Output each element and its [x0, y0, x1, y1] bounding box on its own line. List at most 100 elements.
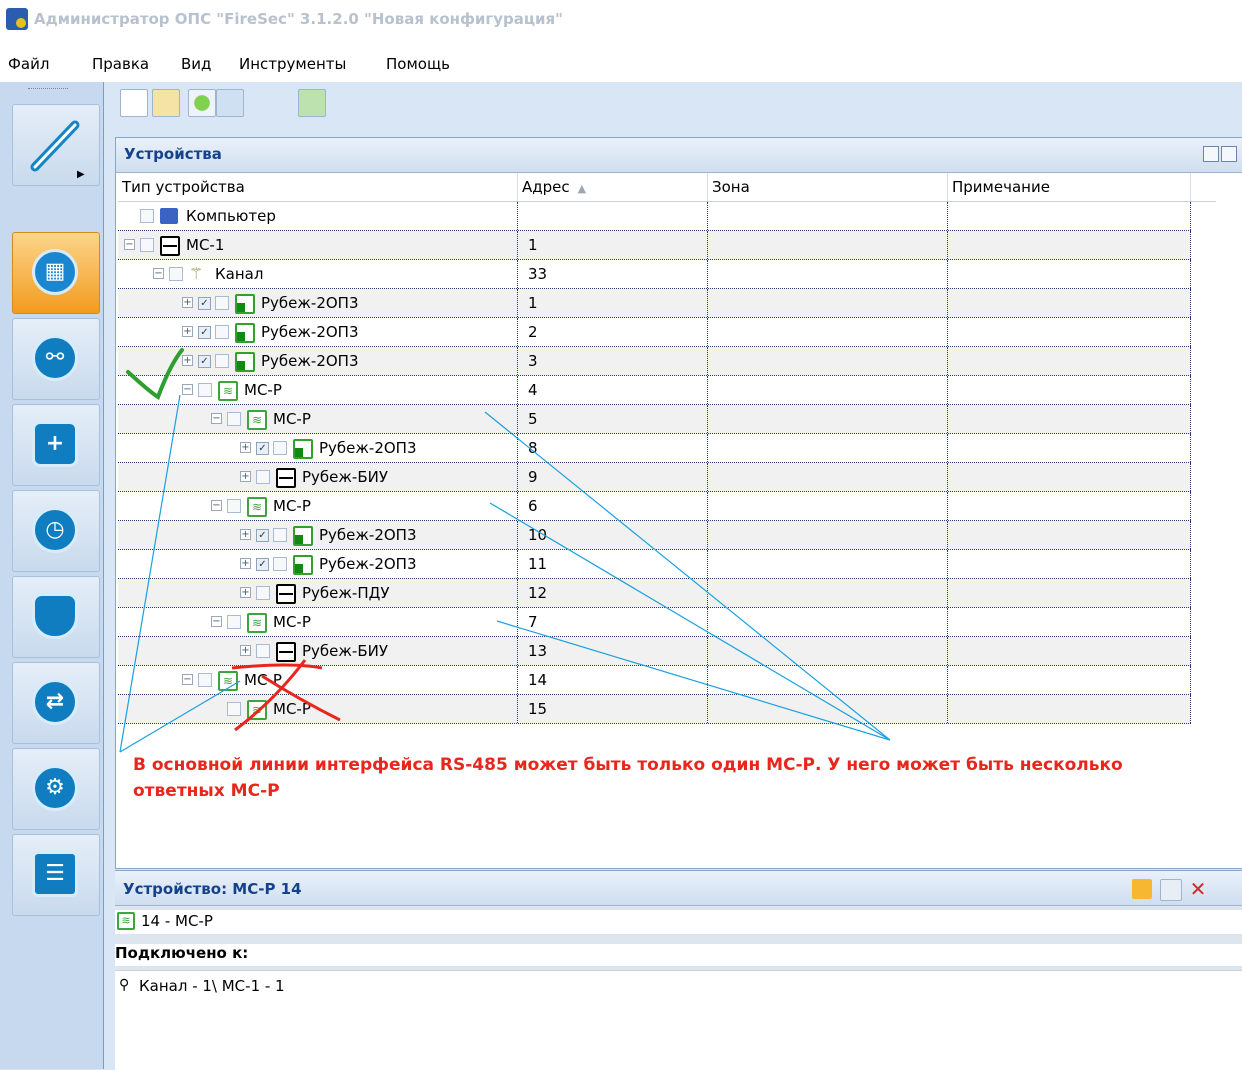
open-file-button[interactable] — [152, 89, 180, 117]
menu-file[interactable]: Файл — [8, 55, 49, 73]
cell-note[interactable] — [948, 666, 1191, 694]
cell-zone[interactable] — [708, 318, 948, 346]
cell-address[interactable]: 12 — [518, 579, 708, 607]
row-checkbox[interactable]: ✓ — [198, 297, 211, 310]
cell-address[interactable]: 15 — [518, 695, 708, 723]
cell-address[interactable]: 14 — [518, 666, 708, 694]
cell-zone[interactable] — [708, 521, 948, 549]
cell-note[interactable] — [948, 492, 1191, 520]
cell-zone[interactable] — [708, 637, 948, 665]
collapse-icon[interactable]: − — [211, 500, 222, 511]
cell-zone[interactable] — [708, 579, 948, 607]
table-row[interactable]: + ✓ Рубеж-2ОП3 2 — [118, 318, 1191, 347]
cell-zone[interactable] — [708, 608, 948, 636]
cell-zone[interactable] — [708, 289, 948, 317]
cell-note[interactable] — [948, 231, 1191, 259]
table-row[interactable]: + ✓ Рубеж-2ОП3 8 — [118, 434, 1191, 463]
row-checkbox[interactable]: ✓ — [256, 529, 269, 542]
cell-zone[interactable] — [708, 376, 948, 404]
cell-address[interactable]: 1 — [518, 231, 708, 259]
cell-address[interactable]: 8 — [518, 434, 708, 462]
menu-view[interactable]: Вид — [181, 55, 211, 73]
expand-icon[interactable]: + — [182, 326, 193, 337]
table-row[interactable]: + ✓ Рубеж-2ОП3 11 — [118, 550, 1191, 579]
table-row[interactable]: − ≋ МС-Р 14 — [118, 666, 1191, 695]
table-row[interactable]: − ⚚ Канал 33 — [118, 260, 1191, 289]
table-row[interactable]: + ✓ Рубеж-2ОП3 10 — [118, 521, 1191, 550]
cell-note[interactable] — [948, 318, 1191, 346]
table-row[interactable]: − ≋ МС-Р 7 — [118, 608, 1191, 637]
cell-note[interactable] — [948, 260, 1191, 288]
menu-edit[interactable]: Правка — [92, 55, 149, 73]
cell-address[interactable]: 11 — [518, 550, 708, 578]
refresh-button[interactable] — [298, 89, 326, 117]
nav-settings-button[interactable]: ⚙ — [12, 748, 100, 830]
table-row[interactable]: ≋ МС-Р 15 — [118, 695, 1191, 724]
table-row[interactable]: + Рубеж-БИУ 13 — [118, 637, 1191, 666]
tools-icon[interactable]: ✕ — [1188, 879, 1208, 899]
nav-links-button[interactable]: ⚯ — [12, 318, 100, 400]
cell-zone[interactable] — [708, 695, 948, 723]
table-row[interactable]: − МС-1 1 — [118, 231, 1191, 260]
cell-zone[interactable] — [708, 260, 948, 288]
table-row[interactable]: − ≋ МС-Р 4 — [118, 376, 1191, 405]
table-row[interactable]: − ≋ МС-Р 5 — [118, 405, 1191, 434]
cell-address[interactable] — [518, 202, 708, 230]
col-type-header[interactable]: Тип устройства — [118, 173, 518, 201]
cell-address[interactable]: 5 — [518, 405, 708, 433]
nav-edit-button[interactable]: ▶ — [12, 104, 100, 186]
cell-note[interactable] — [948, 579, 1191, 607]
cell-address[interactable]: 3 — [518, 347, 708, 375]
col-note-header[interactable]: Примечание — [948, 173, 1191, 201]
cell-address[interactable]: 7 — [518, 608, 708, 636]
expand-icon[interactable]: + — [182, 355, 193, 366]
cell-note[interactable] — [948, 695, 1191, 723]
collapse-icon[interactable]: − — [182, 674, 193, 685]
cell-zone[interactable] — [708, 550, 948, 578]
cell-note[interactable] — [948, 550, 1191, 578]
cell-address[interactable]: 2 — [518, 318, 708, 346]
cell-note[interactable] — [948, 405, 1191, 433]
new-file-button[interactable] — [120, 89, 148, 117]
maximize-icon[interactable] — [1221, 146, 1237, 162]
row-checkbox[interactable]: ✓ — [256, 442, 269, 455]
cell-zone[interactable] — [708, 492, 948, 520]
cell-note[interactable] — [948, 434, 1191, 462]
cell-note[interactable] — [948, 521, 1191, 549]
properties-icon[interactable] — [1132, 879, 1152, 899]
col-zone-header[interactable]: Зона — [708, 173, 948, 201]
cell-address[interactable]: 13 — [518, 637, 708, 665]
nav-schedule-button[interactable]: ◷ — [12, 490, 100, 572]
minimize-icon[interactable] — [1203, 146, 1219, 162]
table-row[interactable]: + Рубеж-ПДУ 12 — [118, 579, 1191, 608]
cell-zone[interactable] — [708, 202, 948, 230]
nav-grip[interactable] — [28, 88, 68, 91]
row-checkbox[interactable]: ✓ — [256, 558, 269, 571]
expand-icon[interactable]: + — [240, 529, 251, 540]
cell-zone[interactable] — [708, 231, 948, 259]
row-checkbox[interactable]: ✓ — [198, 326, 211, 339]
expand-icon[interactable]: + — [240, 587, 251, 598]
collapse-icon[interactable]: − — [211, 413, 222, 424]
nav-devices-button[interactable]: ▦ — [12, 232, 100, 314]
cell-address[interactable]: 1 — [518, 289, 708, 317]
table-row[interactable]: + Рубеж-БИУ 9 — [118, 463, 1191, 492]
cell-note[interactable] — [948, 608, 1191, 636]
row-checkbox[interactable]: ✓ — [198, 355, 211, 368]
col-address-header[interactable]: Адрес ▲ — [518, 173, 708, 201]
cell-note[interactable] — [948, 376, 1191, 404]
cell-address[interactable]: 9 — [518, 463, 708, 491]
table-row[interactable]: + ✓ Рубеж-2ОП3 1 — [118, 289, 1191, 318]
save-button[interactable] — [216, 89, 244, 117]
nav-users-button[interactable]: ☰ — [12, 834, 100, 916]
cell-zone[interactable] — [708, 666, 948, 694]
cell-zone[interactable] — [708, 405, 948, 433]
cell-address[interactable]: 10 — [518, 521, 708, 549]
table-row[interactable]: + ✓ Рубеж-2ОП3 3 — [118, 347, 1191, 376]
nav-logic-button[interactable]: ⇄ — [12, 662, 100, 744]
expand-icon[interactable]: + — [240, 558, 251, 569]
cell-note[interactable] — [948, 202, 1191, 230]
expand-icon[interactable]: + — [240, 442, 251, 453]
collapse-icon[interactable]: − — [182, 384, 193, 395]
expand-icon[interactable]: + — [240, 645, 251, 656]
